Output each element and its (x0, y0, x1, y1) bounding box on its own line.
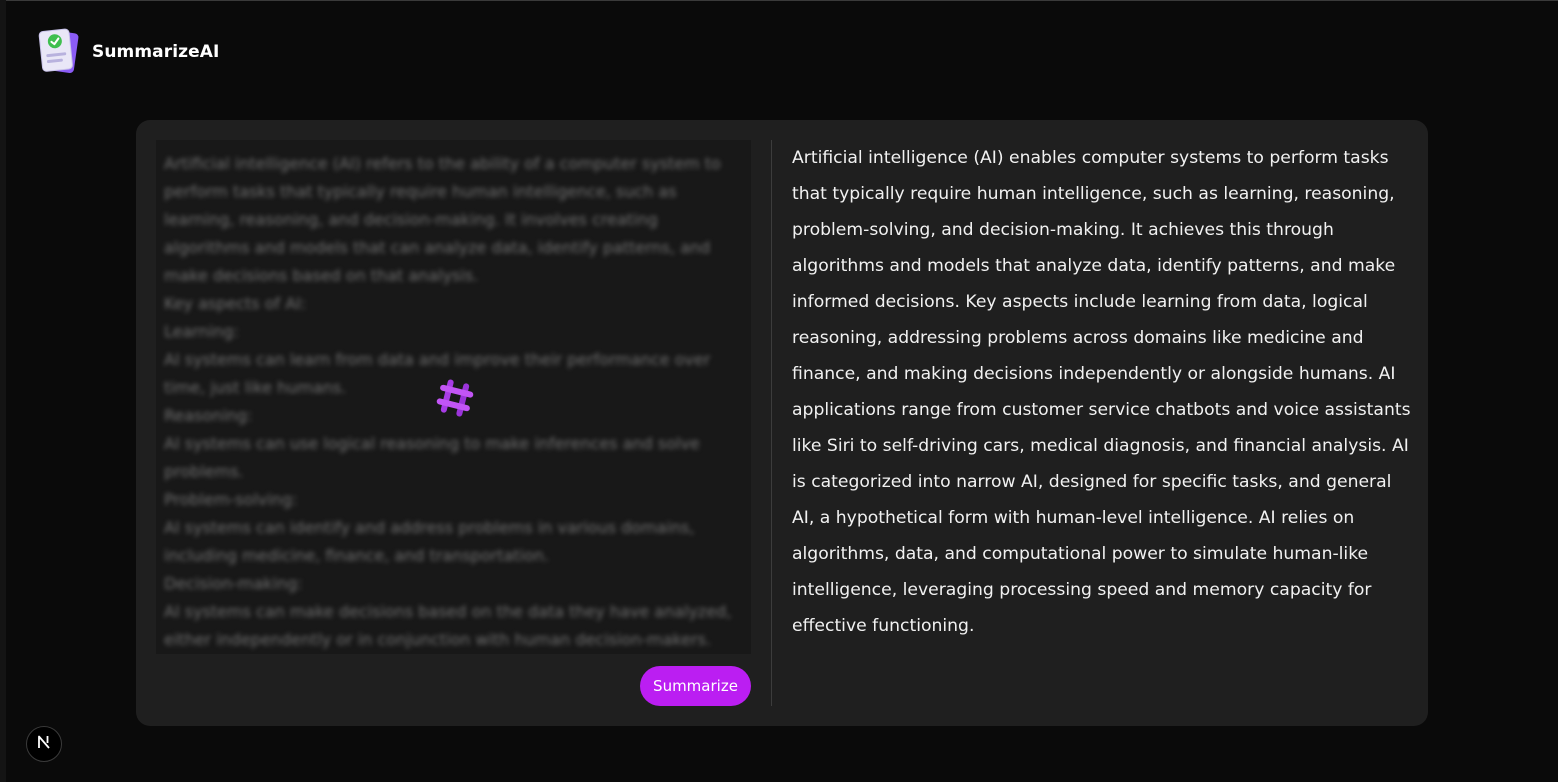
document-check-icon (36, 26, 84, 78)
window-left-border (0, 0, 6, 782)
app-name: SummarizeAI (92, 42, 220, 62)
summary-output: Artificial intelligence (AI) enables com… (792, 148, 1411, 636)
window-top-border (0, 0, 1558, 1)
nextjs-icon (36, 734, 52, 754)
app-header: SummarizeAI (36, 26, 219, 78)
source-text-area[interactable]: Artificial intelligence (AI) refers to t… (156, 140, 751, 654)
summarize-button[interactable]: Summarize (640, 666, 751, 706)
nextjs-dev-badge[interactable] (26, 726, 62, 762)
panel-divider (771, 140, 772, 706)
summarizer-card: Artificial intelligence (AI) refers to t… (136, 120, 1428, 726)
loading-spinner-icon (432, 375, 478, 421)
